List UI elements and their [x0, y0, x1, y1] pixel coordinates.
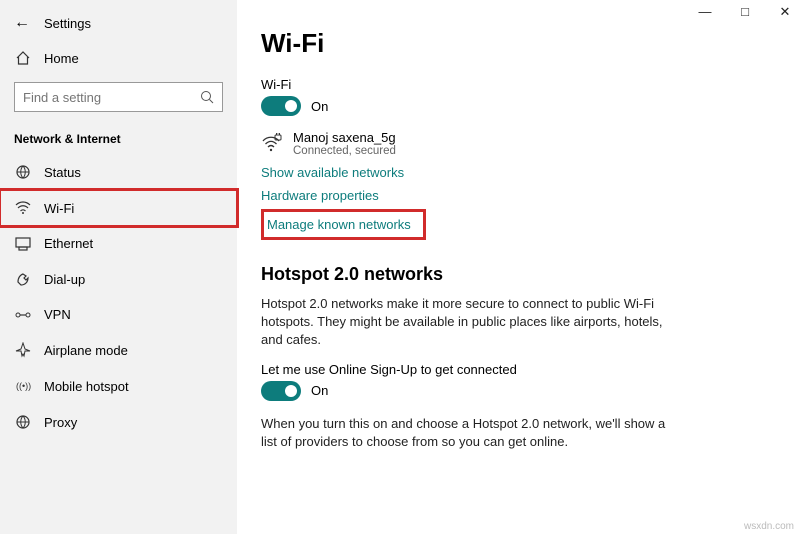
- status-icon: [14, 164, 32, 180]
- hotspot-description: Hotspot 2.0 networks make it more secure…: [261, 295, 681, 350]
- sidebar-item-airplane[interactable]: Airplane mode: [0, 332, 237, 368]
- sidebar-category: Network & Internet: [0, 120, 237, 154]
- sidebar: ← Settings Home Network & Internet Statu…: [0, 0, 237, 534]
- sidebar-item-label: Status: [44, 165, 81, 180]
- ethernet-icon: [14, 237, 32, 251]
- minimize-icon[interactable]: —: [694, 4, 716, 20]
- signup-description: When you turn this on and choose a Hotsp…: [261, 415, 681, 451]
- link-hardware-properties[interactable]: Hardware properties: [261, 188, 768, 203]
- svg-text:((•)): ((•)): [16, 381, 31, 391]
- airplane-icon: [14, 342, 32, 358]
- search-icon: [200, 90, 214, 104]
- link-manage-known-networks[interactable]: Manage known networks: [261, 209, 426, 240]
- sidebar-item-wifi[interactable]: Wi-Fi: [0, 190, 237, 226]
- current-network: Manoj saxena_5g Connected, secured: [261, 130, 768, 157]
- sidebar-item-label: Wi-Fi: [44, 201, 74, 216]
- sidebar-item-label: VPN: [44, 307, 71, 322]
- search-box[interactable]: [14, 82, 223, 112]
- vpn-icon: [14, 308, 32, 322]
- maximize-icon[interactable]: □: [734, 4, 756, 20]
- signup-label: Let me use Online Sign-Up to get connect…: [261, 362, 768, 377]
- main-content: Wi-Fi Wi-Fi On Manoj saxena_5g Connected…: [237, 0, 800, 534]
- sidebar-item-label: Airplane mode: [44, 343, 128, 358]
- wifi-icon: [14, 200, 32, 216]
- sidebar-item-proxy[interactable]: Proxy: [0, 404, 237, 440]
- window-controls: — □ ✕: [694, 4, 796, 20]
- sidebar-item-label: Proxy: [44, 415, 77, 430]
- app-title: Settings: [44, 16, 91, 31]
- sidebar-item-ethernet[interactable]: Ethernet: [0, 226, 237, 261]
- watermark: wsxdn.com: [744, 521, 794, 532]
- link-show-available[interactable]: Show available networks: [261, 165, 768, 180]
- network-name: Manoj saxena_5g: [293, 130, 396, 145]
- hotspot-heading: Hotspot 2.0 networks: [261, 264, 768, 285]
- sidebar-item-label: Ethernet: [44, 236, 93, 251]
- back-icon[interactable]: ←: [14, 14, 30, 32]
- wifi-toggle-row: On: [261, 96, 768, 116]
- header-row: ← Settings: [0, 10, 237, 42]
- home-icon: [14, 50, 32, 66]
- sidebar-item-label: Dial-up: [44, 272, 85, 287]
- close-icon[interactable]: ✕: [774, 4, 796, 20]
- wifi-toggle[interactable]: [261, 96, 301, 116]
- signup-toggle-row: On: [261, 381, 768, 401]
- wifi-label: Wi-Fi: [261, 77, 768, 92]
- wifi-toggle-state: On: [311, 99, 328, 114]
- dialup-icon: [14, 271, 32, 287]
- signup-toggle[interactable]: [261, 381, 301, 401]
- home-label: Home: [44, 51, 79, 66]
- signup-toggle-state: On: [311, 383, 328, 398]
- sidebar-item-hotspot[interactable]: ((•)) Mobile hotspot: [0, 368, 237, 404]
- network-status: Connected, secured: [293, 145, 396, 157]
- proxy-icon: [14, 414, 32, 430]
- sidebar-item-dialup[interactable]: Dial-up: [0, 261, 237, 297]
- search-input[interactable]: [23, 90, 193, 105]
- sidebar-item-status[interactable]: Status: [0, 154, 237, 190]
- hotspot-icon: ((•)): [14, 378, 32, 394]
- home-button[interactable]: Home: [0, 42, 237, 74]
- page-title: Wi-Fi: [261, 28, 768, 59]
- wifi-secure-icon: [261, 133, 283, 155]
- sidebar-item-label: Mobile hotspot: [44, 379, 129, 394]
- sidebar-item-vpn[interactable]: VPN: [0, 297, 237, 332]
